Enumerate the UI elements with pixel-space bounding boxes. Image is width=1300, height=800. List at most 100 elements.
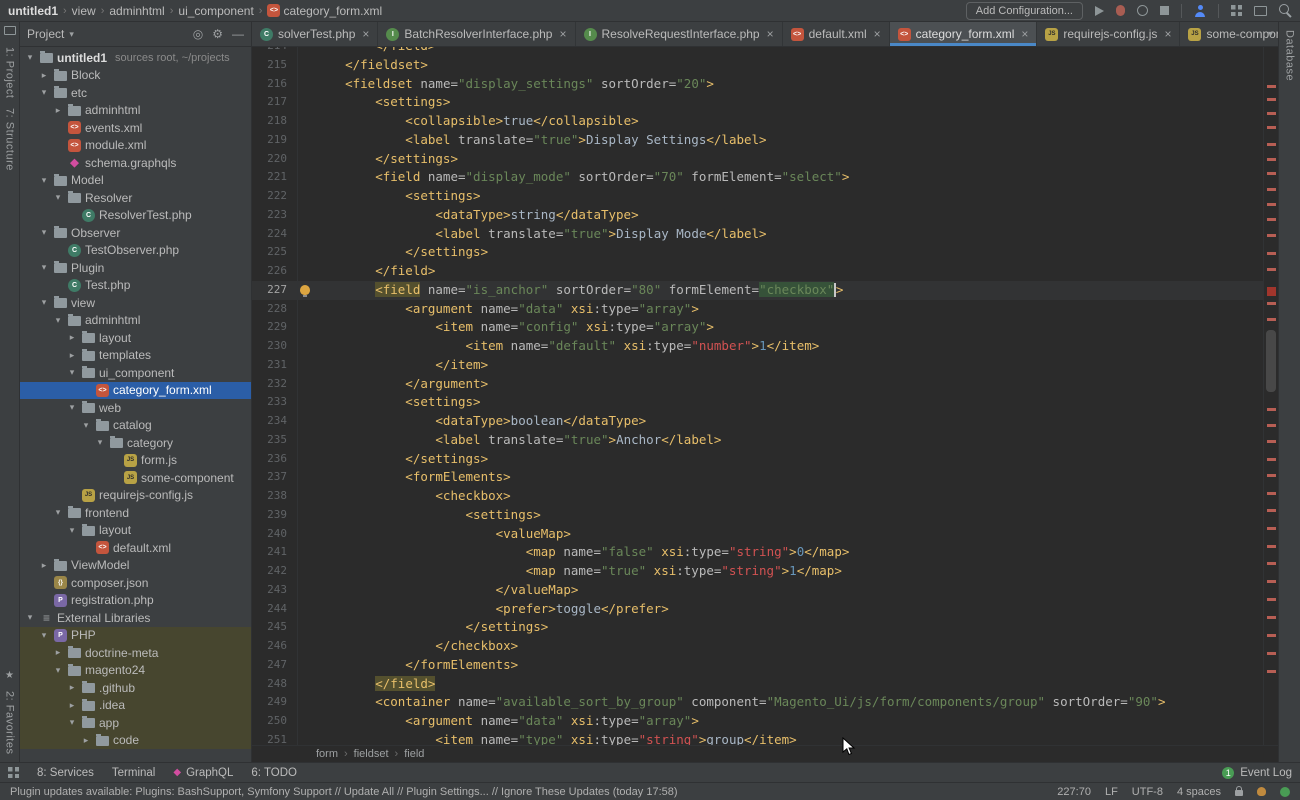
line-number[interactable]: 231 xyxy=(252,356,298,375)
locate-file-icon[interactable]: ◎ xyxy=(193,27,203,41)
tree-item-untitled1[interactable]: ▾untitled1sources root, ~/projects xyxy=(20,49,251,67)
tree-expand-icon[interactable]: ▾ xyxy=(38,262,50,273)
editor-tab-BatchResolverInterface.php[interactable]: IBatchResolverInterface.php× xyxy=(378,22,575,46)
code-line-220[interactable]: 220 </settings> xyxy=(252,150,1263,169)
error-mark[interactable] xyxy=(1267,218,1276,221)
tool-window-button-project[interactable]: 1: Project xyxy=(4,47,16,98)
line-number[interactable]: 246 xyxy=(252,637,298,656)
project-panel-title[interactable]: Project xyxy=(27,27,64,41)
tree-item-External-Libraries[interactable]: ▾≡External Libraries xyxy=(20,609,251,627)
tree-item-registration.php[interactable]: Pregistration.php xyxy=(20,592,251,610)
line-number[interactable]: 245 xyxy=(252,618,298,637)
code-line-215[interactable]: 215 </fieldset> xyxy=(252,56,1263,75)
code-line-216[interactable]: 216 <fieldset name="display_settings" so… xyxy=(252,75,1263,94)
error-mark[interactable] xyxy=(1267,598,1276,601)
error-mark[interactable] xyxy=(1267,634,1276,637)
tree-item-category[interactable]: ▾category xyxy=(20,434,251,452)
tree-item-requirejs-config.js[interactable]: JSrequirejs-config.js xyxy=(20,487,251,505)
tree-expand-icon[interactable]: ▾ xyxy=(38,87,50,98)
line-number[interactable]: 218 xyxy=(252,112,298,131)
line-number[interactable]: 248 xyxy=(252,675,298,694)
line-number[interactable]: 236 xyxy=(252,450,298,469)
line-number[interactable]: 249 xyxy=(252,693,298,712)
tab-close-icon[interactable]: × xyxy=(767,27,774,41)
line-number[interactable]: 243 xyxy=(252,581,298,600)
code-line-227[interactable]: 227 <field name="is_anchor" sortOrder="8… xyxy=(252,281,1263,300)
screen-share-icon[interactable] xyxy=(1254,6,1267,16)
error-mark[interactable] xyxy=(1267,85,1276,88)
tree-expand-icon[interactable]: ▾ xyxy=(66,367,78,378)
tree-expand-icon[interactable]: ▾ xyxy=(66,402,78,413)
line-number[interactable]: 229 xyxy=(252,318,298,337)
tree-item-.github[interactable]: ▸.github xyxy=(20,679,251,697)
editor-scrollbar-thumb[interactable] xyxy=(1266,330,1276,392)
error-mark[interactable] xyxy=(1267,492,1276,495)
tree-expand-icon[interactable]: ▸ xyxy=(80,735,92,746)
tree-item-Model[interactable]: ▾Model xyxy=(20,172,251,190)
code-line-235[interactable]: 235 <label translate="true">Anchor</labe… xyxy=(252,431,1263,450)
code-line-219[interactable]: 219 <label translate="true">Display Sett… xyxy=(252,131,1263,150)
line-number[interactable]: 232 xyxy=(252,375,298,394)
editor-tab-some-component.js[interactable]: JSsome-component.js× xyxy=(1180,22,1278,46)
tool-windows-icon[interactable] xyxy=(1231,5,1242,16)
error-stripe[interactable] xyxy=(1263,47,1278,745)
code-line-228[interactable]: 228 <argument name="data" xsi:type="arra… xyxy=(252,300,1263,319)
line-number[interactable]: 228 xyxy=(252,300,298,319)
error-mark[interactable] xyxy=(1267,252,1276,255)
code-line-247[interactable]: 247 </formElements> xyxy=(252,656,1263,675)
code-line-241[interactable]: 241 <map name="false" xsi:type="string">… xyxy=(252,543,1263,562)
profiler-icon[interactable] xyxy=(1137,5,1148,16)
editor-tab-solverTest.php[interactable]: CsolverTest.php× xyxy=(252,22,378,46)
event-log-button[interactable]: 1 Event Log xyxy=(1222,767,1292,779)
error-mark[interactable] xyxy=(1267,616,1276,619)
error-mark-block[interactable] xyxy=(1267,287,1276,296)
tree-item-Block[interactable]: ▸Block xyxy=(20,67,251,85)
code-line-230[interactable]: 230 <item name="default" xsi:type="numbe… xyxy=(252,337,1263,356)
tree-item-templates[interactable]: ▸templates xyxy=(20,347,251,365)
line-number[interactable]: 222 xyxy=(252,187,298,206)
code-editor[interactable]: 214 </field>215 </fieldset>216 <fieldset… xyxy=(252,47,1278,745)
line-number[interactable]: 215 xyxy=(252,56,298,75)
tree-expand-icon[interactable]: ▾ xyxy=(52,665,64,676)
line-number[interactable]: 224 xyxy=(252,225,298,244)
error-mark[interactable] xyxy=(1267,562,1276,565)
code-line-240[interactable]: 240 <valueMap> xyxy=(252,525,1263,544)
error-mark[interactable] xyxy=(1267,509,1276,512)
line-number[interactable]: 214 xyxy=(252,47,298,56)
error-mark[interactable] xyxy=(1267,158,1276,161)
tool-window-button-Terminal[interactable]: Terminal xyxy=(112,767,155,779)
tree-expand-icon[interactable]: ▾ xyxy=(24,612,36,623)
tree-item-events.xml[interactable]: <>events.xml xyxy=(20,119,251,137)
error-mark[interactable] xyxy=(1267,188,1276,191)
tree-expand-icon[interactable]: ▾ xyxy=(24,52,36,63)
code-line-217[interactable]: 217 <settings> xyxy=(252,93,1263,112)
tree-item-web[interactable]: ▾web xyxy=(20,399,251,417)
tree-item-magento24[interactable]: ▾magento24 xyxy=(20,662,251,680)
error-mark[interactable] xyxy=(1267,545,1276,548)
error-mark[interactable] xyxy=(1267,424,1276,427)
tree-item-app[interactable]: ▾app xyxy=(20,714,251,732)
tree-expand-icon[interactable]: ▾ xyxy=(80,420,92,431)
caret-position[interactable]: 227:70 xyxy=(1057,786,1091,798)
code-line-246[interactable]: 246 </checkbox> xyxy=(252,637,1263,656)
tab-close-icon[interactable]: × xyxy=(1021,27,1028,41)
code-line-226[interactable]: 226 </field> xyxy=(252,262,1263,281)
tree-expand-icon[interactable]: ▾ xyxy=(38,175,50,186)
breadcrumb-item-fieldset[interactable]: fieldset xyxy=(354,748,389,760)
line-number[interactable]: 234 xyxy=(252,412,298,431)
tree-expand-icon[interactable]: ▸ xyxy=(52,105,64,116)
line-number[interactable]: 240 xyxy=(252,525,298,544)
line-number[interactable]: 230 xyxy=(252,337,298,356)
editor-tab-ResolveRequestInterface.php[interactable]: IResolveRequestInterface.php× xyxy=(576,22,783,46)
line-number[interactable]: 239 xyxy=(252,506,298,525)
error-mark[interactable] xyxy=(1267,652,1276,655)
tree-expand-icon[interactable]: ▸ xyxy=(38,560,50,571)
tree-expand-icon[interactable]: ▸ xyxy=(66,332,78,343)
code-line-239[interactable]: 239 <settings> xyxy=(252,506,1263,525)
tool-window-button-GraphQL[interactable]: ◆GraphQL xyxy=(173,767,233,779)
line-number[interactable]: 220 xyxy=(252,150,298,169)
tree-item-code[interactable]: ▸code xyxy=(20,732,251,750)
line-number[interactable]: 241 xyxy=(252,543,298,562)
line-number[interactable]: 242 xyxy=(252,562,298,581)
tool-window-button-favorites[interactable]: 2: Favorites xyxy=(4,691,16,754)
